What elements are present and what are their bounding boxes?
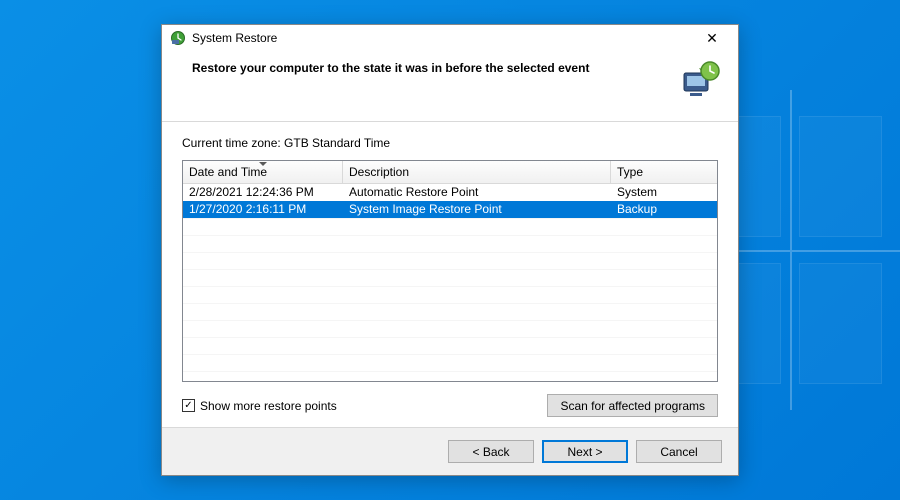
checkbox-icon: ✓ — [182, 399, 195, 412]
titlebar: System Restore ✕ — [162, 25, 738, 51]
next-button[interactable]: Next > — [542, 440, 628, 463]
close-button[interactable]: ✕ — [692, 26, 732, 50]
system-restore-icon — [170, 30, 186, 46]
restore-points-table[interactable]: Date and Time Description Type 2/28/2021… — [182, 160, 718, 382]
column-header-label: Type — [617, 165, 643, 179]
checkbox-label: Show more restore points — [200, 399, 337, 413]
column-header-description[interactable]: Description — [343, 161, 611, 184]
cell-type: Backup — [611, 201, 717, 218]
options-row: ✓ Show more restore points Scan for affe… — [182, 394, 718, 417]
table-body: 2/28/2021 12:24:36 PMAutomatic Restore P… — [183, 184, 717, 218]
sort-descending-icon — [259, 162, 267, 166]
cell-description: System Image Restore Point — [343, 201, 611, 218]
window-title: System Restore — [192, 31, 277, 45]
system-restore-window: System Restore ✕ Restore your computer t… — [161, 24, 739, 476]
cell-date: 1/27/2020 2:16:11 PM — [183, 201, 343, 218]
wizard-footer: < Back Next > Cancel — [162, 427, 738, 475]
wizard-header: Restore your computer to the state it wa… — [162, 51, 738, 122]
cell-type: System — [611, 184, 717, 201]
column-header-label: Date and Time — [189, 165, 267, 179]
table-empty-rows — [183, 218, 717, 382]
wizard-heading: Restore your computer to the state it wa… — [192, 59, 670, 75]
table-row[interactable]: 2/28/2021 12:24:36 PMAutomatic Restore P… — [183, 184, 717, 201]
cell-date: 2/28/2021 12:24:36 PM — [183, 184, 343, 201]
close-icon: ✕ — [706, 31, 718, 45]
cancel-button[interactable]: Cancel — [636, 440, 722, 463]
table-row[interactable]: 1/27/2020 2:16:11 PMSystem Image Restore… — [183, 201, 717, 218]
scan-affected-button[interactable]: Scan for affected programs — [547, 394, 718, 417]
column-header-label: Description — [349, 165, 409, 179]
back-button[interactable]: < Back — [448, 440, 534, 463]
table-header: Date and Time Description Type — [183, 161, 717, 184]
wizard-body: Current time zone: GTB Standard Time Dat… — [162, 122, 738, 427]
timezone-label: Current time zone: GTB Standard Time — [182, 136, 718, 150]
restore-hero-icon — [678, 59, 722, 103]
column-header-type[interactable]: Type — [611, 161, 717, 184]
cell-description: Automatic Restore Point — [343, 184, 611, 201]
column-header-date[interactable]: Date and Time — [183, 161, 343, 184]
show-more-checkbox[interactable]: ✓ Show more restore points — [182, 399, 337, 413]
